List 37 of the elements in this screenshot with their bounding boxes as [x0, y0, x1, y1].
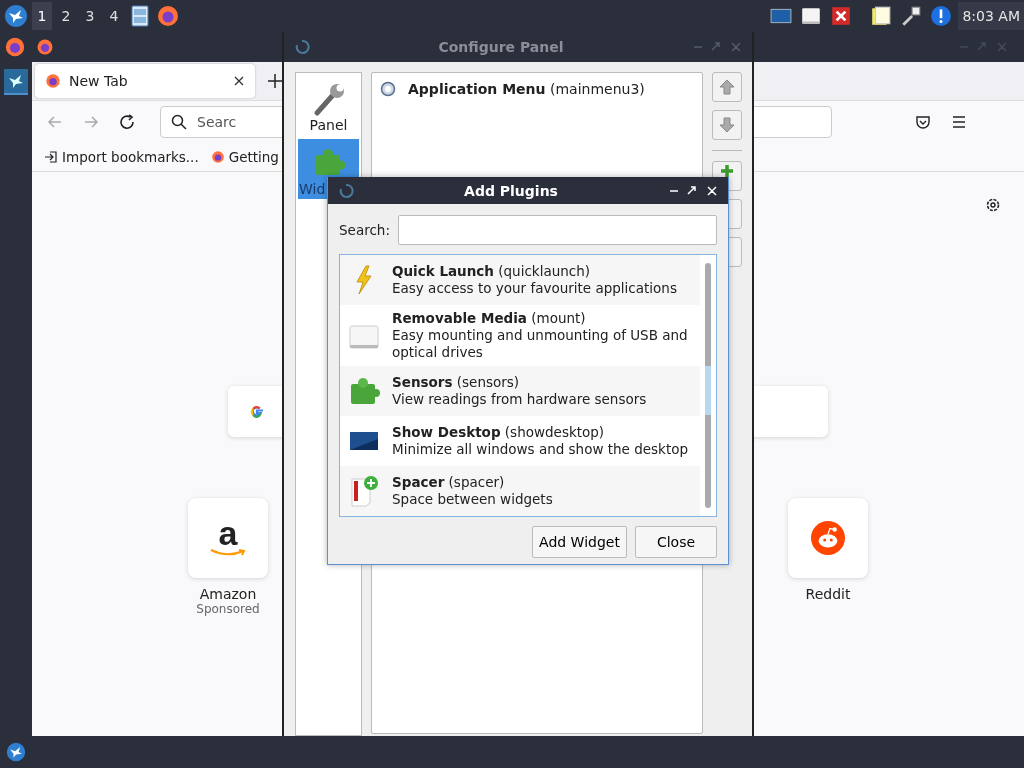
- plugin-title: Sensors (sensors): [392, 374, 521, 391]
- plugin-description: View readings from hardware sensors: [392, 391, 647, 408]
- sponsored-label: Sponsored: [196, 602, 260, 616]
- dialog-button[interactable]: Close: [635, 526, 717, 558]
- plugin-title: Show Desktop (showdesktop): [392, 424, 606, 441]
- plugin-description: Space between widgets: [392, 491, 553, 508]
- search-placeholder: Searc: [197, 114, 237, 130]
- plugin-item[interactable]: Spacer (spacer) Space between widgets: [340, 466, 700, 516]
- logo-letter: a: [218, 518, 238, 548]
- bookmark-link[interactable]: Getting: [210, 149, 279, 165]
- dialog-title: Add Plugins: [463, 182, 559, 199]
- page-item[interactable]: Panel: [298, 75, 359, 135]
- plugin-item[interactable]: Removable Media (mount) Easy mounting and unmounting of USB and optical drives: [340, 305, 700, 366]
- plugin-description: Easy mounting and unmounting of USB and optical drives: [392, 327, 689, 361]
- plugin-title: Removable Media (mount): [392, 310, 587, 327]
- shortcut-label[interactable]: Amazon: [199, 586, 257, 602]
- tab-title: New Tab: [69, 73, 129, 89]
- widget-item[interactable]: Application Menu (mainmenu3): [408, 81, 645, 97]
- window-title: Configure Panel: [437, 39, 565, 55]
- bookmark-link[interactable]: Import bookmarks...: [44, 149, 199, 165]
- plugin-description: Easy access to your favourite applications: [392, 280, 677, 297]
- workspace-button[interactable]: 3: [80, 2, 100, 30]
- plugin-title: Quick Launch (quicklaunch): [392, 263, 591, 280]
- workspace-button[interactable]: 4: [104, 2, 124, 30]
- plugin-title: Spacer (spacer): [392, 474, 506, 491]
- plugin-item[interactable]: Show Desktop (showdesktop) Minimize all windows and show the desktop: [340, 416, 700, 466]
- plugin-item[interactable]: Quick Launch (quicklaunch) Easy access to your favourite applications: [340, 255, 700, 305]
- dialog-button[interactable]: Add Widget: [532, 526, 627, 558]
- plugin-description: Minimize all windows and show the desktop: [392, 441, 689, 458]
- shortcut-label[interactable]: Reddit: [805, 586, 851, 602]
- browser-tab[interactable]: New Tab: [35, 64, 255, 98]
- shortcut-tile[interactable]: a: [188, 498, 268, 578]
- search-label: Search:: [339, 222, 390, 238]
- workspace-button[interactable]: 2: [56, 2, 76, 30]
- clock[interactable]: 8:03 AM: [958, 2, 1024, 30]
- plugin-item[interactable]: Sensors (sensors) View readings from hardware sensors: [340, 366, 700, 416]
- workspace-button[interactable]: 1: [32, 2, 52, 30]
